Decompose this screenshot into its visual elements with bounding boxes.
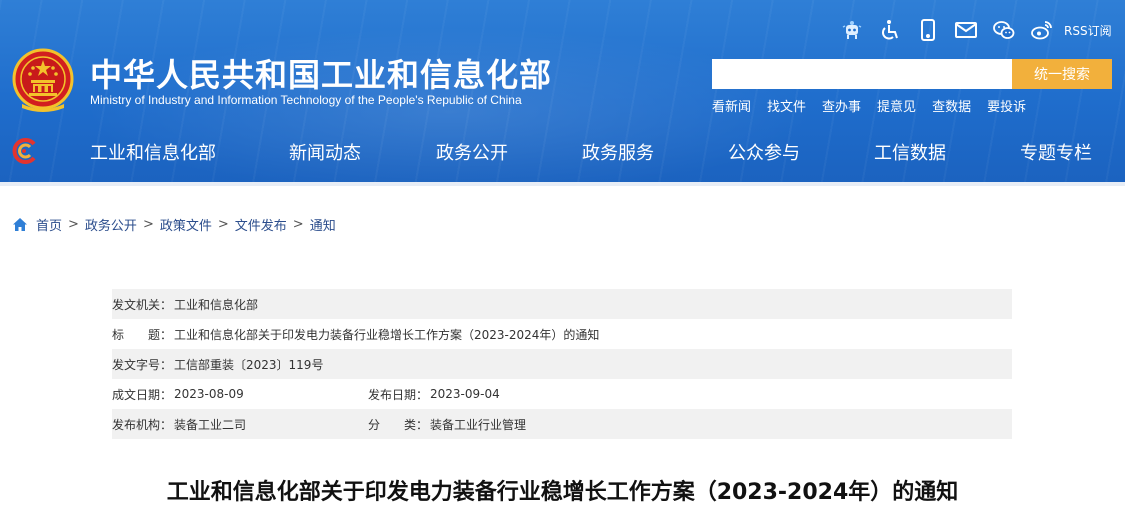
meta-row-doc-no: 发文字号： 工信部重装〔2023〕119号: [112, 349, 1012, 379]
doc-no-value: 工信部重装〔2023〕119号: [174, 357, 324, 372]
issuer-label: 发文机关：: [112, 297, 173, 312]
publish-date-label: 发布日期：: [368, 387, 429, 402]
breadcrumb: 首页 > 政务公开 > 政策文件 > 文件发布 > 通知: [12, 215, 336, 234]
rss-subscribe-link[interactable]: RSS订阅: [1064, 22, 1112, 39]
mail-icon[interactable]: [954, 18, 978, 42]
national-emblem-icon: [12, 48, 74, 112]
robot-assistant-icon[interactable]: [840, 18, 864, 42]
nav-item-miit[interactable]: 工业和信息化部: [90, 139, 216, 165]
meta-row-title: 标 题： 工业和信息化部关于印发电力装备行业稳增长工作方案（2023-2024年…: [112, 319, 1012, 349]
breadcrumb-gov-affairs[interactable]: 政务公开: [85, 215, 137, 234]
main-nav: 工业和信息化部 新闻动态 政务公开 政务服务 公众参与 工信数据 专题专栏: [0, 130, 1125, 172]
site-subtitle: Ministry of Industry and Information Tec…: [90, 93, 522, 107]
title-value: 工业和信息化部关于印发电力装备行业稳增长工作方案（2023-2024年）的通知: [174, 327, 600, 342]
quick-links: 看新闻 找文件 查办事 提意见 查数据 要投诉: [712, 96, 1042, 115]
quick-link-services[interactable]: 查办事: [822, 96, 861, 115]
article-title: 工业和信息化部关于印发电力装备行业稳增长工作方案（2023-2024年）的通知: [166, 480, 959, 505]
nav-item-special-topics[interactable]: 专题专栏: [1020, 139, 1092, 165]
search-input[interactable]: [712, 59, 1012, 89]
quick-link-feedback[interactable]: 提意见: [877, 96, 916, 115]
meta-row-agency: 发布机构： 装备工业二司 分 类： 装备工业行业管理: [112, 409, 1012, 439]
breadcrumb-policy-files[interactable]: 政策文件: [160, 215, 212, 234]
breadcrumb-file-release[interactable]: 文件发布: [235, 215, 287, 234]
breadcrumb-notice[interactable]: 通知: [310, 215, 336, 234]
nav-item-gov-affairs[interactable]: 政务公开: [436, 139, 508, 165]
written-date-label: 成文日期：: [112, 387, 173, 402]
nav-item-news[interactable]: 新闻动态: [289, 139, 361, 165]
breadcrumb-separator: >: [292, 217, 304, 232]
unified-search-button[interactable]: 统一搜索: [1012, 59, 1112, 89]
mobile-icon[interactable]: [916, 18, 940, 42]
home-icon[interactable]: [12, 217, 28, 232]
nav-item-gov-services[interactable]: 政务服务: [582, 139, 654, 165]
accessibility-icon[interactable]: [878, 18, 902, 42]
header-divider: [0, 182, 1125, 186]
category-value: 装备工业行业管理: [430, 417, 527, 432]
agency-label: 发布机构：: [112, 417, 173, 432]
publish-date-value: 2023-09-04: [430, 387, 500, 401]
breadcrumb-separator: >: [142, 217, 154, 232]
nav-item-data[interactable]: 工信数据: [874, 139, 946, 165]
quick-link-data[interactable]: 查数据: [932, 96, 971, 115]
wechat-icon[interactable]: [992, 18, 1016, 42]
written-date-value: 2023-08-09: [174, 387, 244, 401]
breadcrumb-home[interactable]: 首页: [36, 215, 62, 234]
category-label: 分 类：: [368, 417, 429, 432]
quick-link-complaint[interactable]: 要投诉: [987, 96, 1026, 115]
meta-row-issuer: 发文机关： 工业和信息化部: [112, 289, 1012, 319]
title-label: 标 题：: [112, 327, 173, 342]
nav-item-public-participation[interactable]: 公众参与: [728, 139, 800, 165]
quick-link-news[interactable]: 看新闻: [712, 96, 751, 115]
document-meta-table: 发文机关： 工业和信息化部 标 题： 工业和信息化部关于印发电力装备行业稳增长工…: [112, 289, 1012, 439]
weibo-icon[interactable]: [1030, 18, 1054, 42]
breadcrumb-separator: >: [217, 217, 229, 232]
quick-link-files[interactable]: 找文件: [767, 96, 806, 115]
site-header: 中华人民共和国工业和信息化部 Ministry of Industry and …: [0, 0, 1125, 186]
issuer-value: 工业和信息化部: [174, 297, 259, 312]
utility-bar: RSS订阅: [840, 16, 1112, 44]
agency-value: 装备工业二司: [174, 417, 247, 432]
meta-row-dates: 成文日期： 2023-08-09 发布日期： 2023-09-04: [112, 379, 1012, 409]
site-title: 中华人民共和国工业和信息化部: [90, 56, 553, 94]
breadcrumb-separator: >: [68, 217, 79, 232]
doc-no-label: 发文字号：: [112, 357, 173, 372]
